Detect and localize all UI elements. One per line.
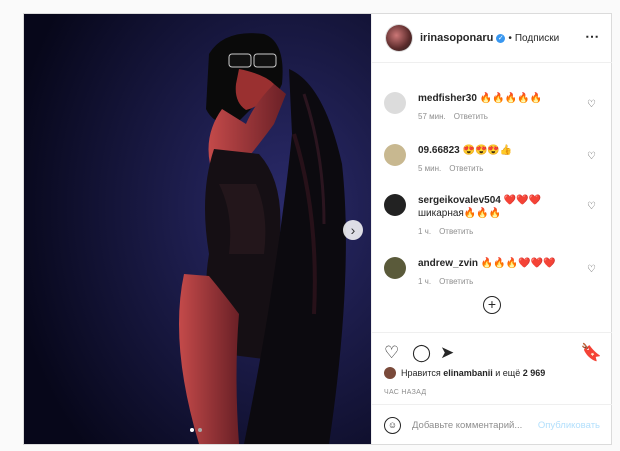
post-timestamp: ЧАС НАЗАД: [384, 389, 427, 396]
header-separator: •: [508, 32, 512, 44]
post-header: irinasoponaru ✓ • Подписки ⋯: [372, 14, 612, 63]
share-send-icon[interactable]: ➤: [440, 343, 454, 363]
reply-button[interactable]: Ответить: [439, 277, 473, 286]
reply-button[interactable]: Ответить: [454, 112, 488, 121]
like-comment-heart-icon[interactable]: ♡: [587, 99, 596, 110]
save-bookmark-icon[interactable]: 🔖: [581, 343, 602, 363]
comment-time: 1 ч.: [418, 227, 432, 236]
comments-list: medfisher30 🔥🔥🔥🔥🔥 57 мин. Ответить ♡ 09.6…: [372, 62, 612, 330]
like-heart-icon[interactable]: ♡: [384, 343, 399, 363]
like-comment-heart-icon[interactable]: ♡: [587, 151, 596, 162]
carousel-dot-1: [190, 428, 194, 432]
commenter-avatar[interactable]: [384, 144, 406, 166]
verified-badge-icon: ✓: [496, 33, 506, 43]
commenter-avatar[interactable]: [384, 194, 406, 216]
more-options-icon[interactable]: ⋯: [585, 28, 600, 45]
like-comment-heart-icon[interactable]: ♡: [587, 264, 596, 275]
comment-text: 😍😍😍👍: [462, 145, 513, 156]
comment-bubble-icon[interactable]: ◯: [412, 343, 431, 363]
likes-prefix: Нравится: [401, 368, 441, 378]
comment-input[interactable]: Добавьте комментарий...: [412, 420, 522, 431]
like-comment-heart-icon[interactable]: ♡: [587, 201, 596, 212]
page-background: › irinasoponaru ✓ • Подписки ⋯ medfisher…: [0, 0, 620, 451]
comment-text: 🔥🔥🔥❤️❤️❤️: [480, 258, 556, 269]
comment-text: 🔥🔥🔥🔥🔥: [479, 93, 542, 104]
commenter-username[interactable]: 09.66823: [418, 145, 460, 156]
commenter-username[interactable]: andrew_zvin: [418, 258, 478, 269]
liker-username[interactable]: elinambanii: [443, 368, 493, 378]
chevron-right-icon: ›: [350, 222, 356, 238]
likes-middle: и ещё: [495, 368, 521, 378]
post-card: › irinasoponaru ✓ • Подписки ⋯ medfisher…: [23, 13, 612, 445]
carousel-dot-2: [198, 428, 202, 432]
commenter-avatar[interactable]: [384, 257, 406, 279]
comment-time: 5 мин.: [418, 164, 442, 173]
comment-time: 57 мин.: [418, 112, 446, 121]
author-username[interactable]: irinasoponaru: [420, 32, 493, 44]
commenter-username[interactable]: sergeikovalev504: [418, 195, 501, 206]
publish-button[interactable]: Опубликовать: [538, 420, 600, 431]
load-more-comments-plus-icon[interactable]: +: [483, 296, 501, 314]
commenter-username[interactable]: medfisher30: [418, 93, 477, 104]
carousel-dots: [190, 428, 202, 432]
post-media[interactable]: ›: [24, 14, 371, 444]
emoji-picker-icon[interactable]: ☺: [384, 416, 401, 434]
likes-count[interactable]: 2 969: [523, 368, 546, 378]
likes-summary: Нравится elinambanii и ещё 2 969: [384, 367, 545, 379]
following-button[interactable]: Подписки: [515, 33, 559, 44]
commenter-avatar[interactable]: [384, 92, 406, 114]
comment-composer: ☺ Добавьте комментарий... Опубликовать: [372, 404, 612, 445]
reply-button[interactable]: Ответить: [439, 227, 473, 236]
next-image-button[interactable]: ›: [343, 220, 363, 240]
comment-time: 1 ч.: [418, 277, 432, 286]
post-photo: [24, 14, 371, 444]
post-sidebar: irinasoponaru ✓ • Подписки ⋯ medfisher30…: [371, 14, 612, 444]
reply-button[interactable]: Ответить: [449, 164, 483, 173]
author-avatar[interactable]: [386, 25, 412, 51]
liker-avatar: [384, 367, 396, 379]
